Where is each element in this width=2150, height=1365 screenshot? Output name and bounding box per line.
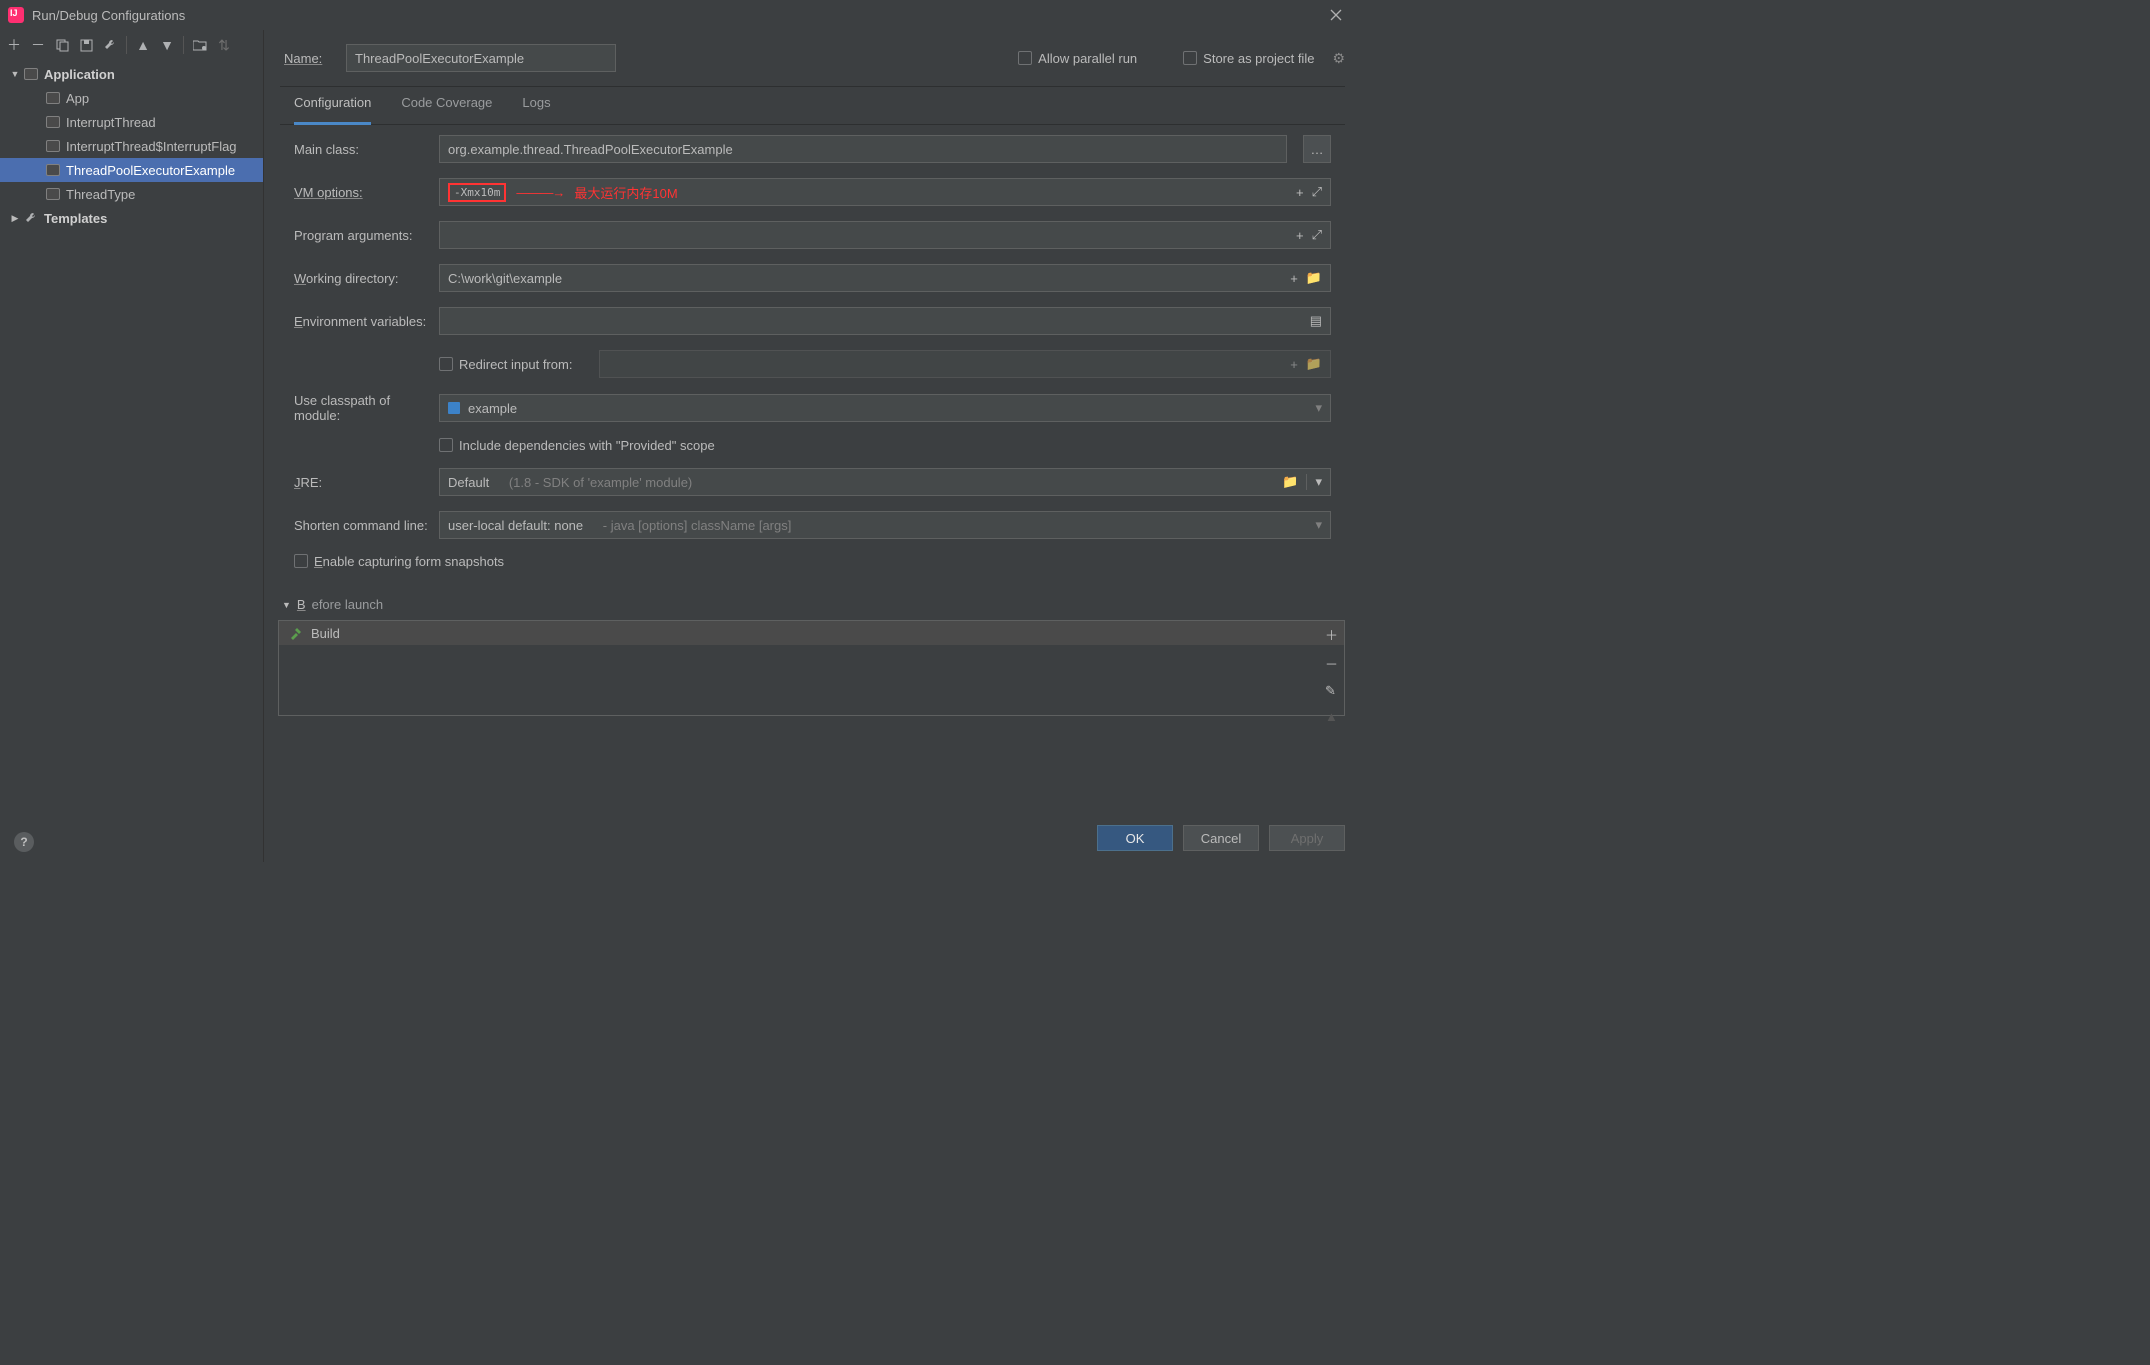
chevron-down-icon: ▾ <box>1315 400 1322 416</box>
hammer-icon <box>289 626 303 640</box>
redirect-input-checkbox[interactable]: Redirect input from: <box>439 357 589 372</box>
include-provided-checkbox[interactable]: Include dependencies with "Provided" sco… <box>439 438 715 453</box>
program-args-input[interactable]: +⤢ <box>439 221 1331 249</box>
remove-icon[interactable]: － <box>30 37 46 53</box>
application-icon <box>46 92 60 104</box>
wrench-icon <box>24 211 38 225</box>
working-dir-input[interactable]: C:\work\git\example +📁 <box>439 264 1331 292</box>
move-up-icon[interactable]: ▲ <box>1325 709 1338 724</box>
folder-icon[interactable]: 📁 <box>1306 270 1322 286</box>
titlebar: Run/Debug Configurations <box>0 0 1359 30</box>
list-icon[interactable]: ▤ <box>1310 313 1322 329</box>
sort-icon[interactable]: ⇅ <box>216 37 232 53</box>
application-icon <box>46 140 60 152</box>
folder-open-icon[interactable] <box>192 37 208 53</box>
program-args-label: Program arguments: <box>294 228 429 243</box>
store-project-file-checkbox[interactable]: Store as project file <box>1183 51 1314 66</box>
intellij-logo-icon <box>8 7 24 23</box>
save-icon[interactable] <box>78 37 94 53</box>
before-launch-list: Build ＋ － ✎ ▲ <box>278 620 1345 716</box>
help-icon[interactable]: ? <box>14 832 34 852</box>
sidebar: ＋ － ▲ ▼ ⇅ ▼ Application App InterruptThr… <box>0 30 264 862</box>
chevron-down-icon: ▼ <box>282 600 291 610</box>
env-vars-input[interactable]: ▤ <box>439 307 1331 335</box>
jre-select[interactable]: Default (1.8 - SDK of 'example' module) … <box>439 468 1331 496</box>
tree-item-interruptthread[interactable]: InterruptThread <box>0 110 263 134</box>
dialog-footer: OK Cancel Apply <box>264 814 1359 862</box>
chevron-down-icon: ▾ <box>1306 474 1322 490</box>
working-dir-label: Working directory: <box>294 271 429 286</box>
move-up-icon[interactable]: ▲ <box>135 37 151 53</box>
cancel-button[interactable]: Cancel <box>1183 825 1259 851</box>
before-launch-item-build[interactable]: Build <box>279 621 1344 645</box>
vm-options-label: VM options: <box>294 185 429 200</box>
tree-item-threadpoolexecutor[interactable]: ThreadPoolExecutorExample <box>0 158 263 182</box>
application-icon <box>46 188 60 200</box>
add-icon[interactable]: ＋ <box>1325 625 1338 644</box>
plus-icon[interactable]: + <box>1290 271 1298 286</box>
close-icon[interactable] <box>1321 0 1351 30</box>
tree-item-threadtype[interactable]: ThreadType <box>0 182 263 206</box>
plus-icon[interactable]: + <box>1296 228 1304 243</box>
folder-icon[interactable]: 📁 <box>1306 356 1322 372</box>
redirect-input-field[interactable]: +📁 <box>599 350 1331 378</box>
chevron-right-icon: ▶ <box>10 213 20 224</box>
module-icon <box>448 402 460 414</box>
vm-option-highlight: -Xmx10m <box>448 183 506 202</box>
application-icon <box>46 164 60 176</box>
expand-icon[interactable]: ⤢ <box>1312 184 1322 200</box>
copy-icon[interactable] <box>54 37 70 53</box>
sidebar-toolbar: ＋ － ▲ ▼ ⇅ <box>0 30 263 60</box>
name-input[interactable] <box>346 44 616 72</box>
allow-parallel-checkbox[interactable]: Allow parallel run <box>1018 51 1137 66</box>
tab-coverage[interactable]: Code Coverage <box>401 95 492 124</box>
before-launch-label[interactable]: ▼ Before launch <box>282 597 1341 612</box>
plus-icon[interactable]: + <box>1290 357 1298 372</box>
tabs: Configuration Code Coverage Logs <box>280 87 1345 125</box>
annotation-arrow: ———→ <box>516 185 564 200</box>
tree-node-application[interactable]: ▼ Application <box>0 62 263 86</box>
tree-item-interruptflag[interactable]: InterruptThread$InterruptFlag <box>0 134 263 158</box>
help-bar: ? <box>0 822 263 862</box>
move-down-icon[interactable]: ▼ <box>159 37 175 53</box>
main-class-input[interactable]: org.example.thread.ThreadPoolExecutorExa… <box>439 135 1287 163</box>
application-icon <box>24 68 38 80</box>
apply-button[interactable]: Apply <box>1269 825 1345 851</box>
chevron-down-icon: ▼ <box>10 69 20 79</box>
gear-icon[interactable]: ⚙ <box>1332 50 1345 67</box>
add-icon[interactable]: ＋ <box>6 37 22 53</box>
shorten-select[interactable]: user-local default: none - java [options… <box>439 511 1331 539</box>
browse-main-class-button[interactable]: … <box>1303 135 1331 163</box>
classpath-label: Use classpath of module: <box>294 393 429 423</box>
shorten-label: Shorten command line: <box>294 518 429 533</box>
application-icon <box>46 116 60 128</box>
chevron-down-icon: ▾ <box>1315 517 1322 533</box>
classpath-select[interactable]: example ▾ <box>439 394 1331 422</box>
window-title: Run/Debug Configurations <box>32 8 1313 23</box>
folder-icon[interactable]: 📁 <box>1282 474 1298 490</box>
jre-label: JRE: <box>294 475 429 490</box>
expand-icon[interactable]: ⤢ <box>1312 227 1322 243</box>
remove-icon[interactable]: － <box>1325 654 1338 673</box>
config-tree: ▼ Application App InterruptThread Interr… <box>0 60 263 822</box>
edit-icon[interactable]: ✎ <box>1325 683 1338 699</box>
plus-icon[interactable]: + <box>1296 185 1304 200</box>
env-vars-label: Environment variables: <box>294 314 429 329</box>
tab-logs[interactable]: Logs <box>522 95 550 124</box>
ok-button[interactable]: OK <box>1097 825 1173 851</box>
main-panel: Name: Allow parallel run Store as projec… <box>264 30 1359 862</box>
tab-configuration[interactable]: Configuration <box>294 95 371 125</box>
vm-options-input[interactable]: -Xmx10m ———→ 最大运行内存10M + ⤢ <box>439 178 1331 206</box>
enable-snapshots-checkbox[interactable]: Enable capturing form snapshots <box>294 554 504 569</box>
annotation-text: 最大运行内存10M <box>574 183 677 202</box>
tree-node-templates[interactable]: ▶ Templates <box>0 206 263 230</box>
tree-item-app[interactable]: App <box>0 86 263 110</box>
wrench-icon[interactable] <box>102 37 118 53</box>
name-label: Name: <box>284 51 332 66</box>
main-class-label: Main class: <box>294 142 429 157</box>
